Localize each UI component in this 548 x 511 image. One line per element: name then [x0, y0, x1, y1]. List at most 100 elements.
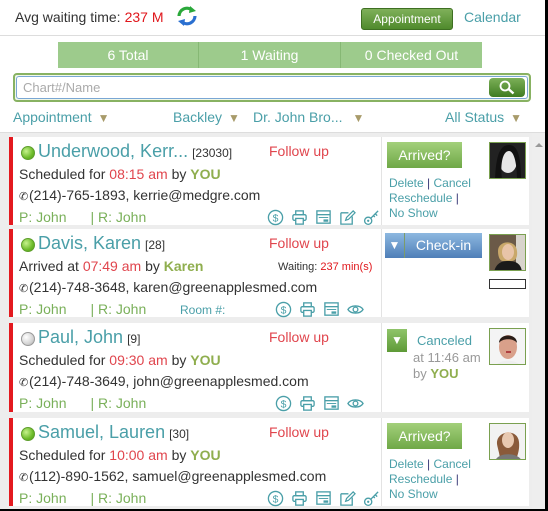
scheduled-by: YOU: [190, 447, 221, 463]
scheduled-by: YOU: [190, 352, 221, 368]
chevron-down-icon: ▼: [510, 111, 523, 125]
chart-number: [23030]: [192, 146, 233, 160]
check-in-label: Check-in: [415, 237, 472, 253]
stats-bar: 6 Total 1 Waiting 0 Checked Out: [58, 42, 482, 68]
contact-line: ✆(214)-748-3649, john@greenapplesmed.com: [19, 373, 309, 389]
calendar-link[interactable]: Calendar: [464, 9, 521, 25]
filter-location[interactable]: Backley ▼: [173, 109, 240, 125]
reschedule-link[interactable]: Reschedule: [389, 191, 452, 205]
scroll-up-arrow-icon[interactable]: [535, 143, 543, 147]
schedule-prefix: Arrived at: [19, 258, 79, 274]
stat-total[interactable]: 6 Total: [58, 42, 199, 68]
key-icon[interactable]: [363, 490, 380, 507]
appointment-button[interactable]: Appointment: [361, 8, 453, 30]
follow-up-link[interactable]: Follow up: [269, 143, 329, 159]
separator: |: [455, 472, 459, 486]
patient-name-link[interactable]: Samuel, Lauren [30]: [38, 422, 189, 443]
action-icons: [267, 209, 380, 226]
filter-status[interactable]: All Status ▼: [445, 109, 522, 125]
arrived-button[interactable]: Arrived?: [387, 142, 462, 168]
status-dropdown-button[interactable]: ▼: [387, 329, 407, 352]
edit-icon[interactable]: [339, 209, 356, 226]
waiting-time: Waiting: 237 min(s): [278, 261, 372, 273]
eye-icon[interactable]: [347, 395, 364, 412]
refresh-icon[interactable]: [176, 6, 198, 26]
patient-name-link[interactable]: Paul, John [9]: [38, 327, 140, 348]
search-input[interactable]: [16, 76, 528, 99]
filter-appointment-type[interactable]: Appointment ▼: [13, 109, 110, 125]
by-label: by: [171, 352, 187, 368]
stat-checked-out[interactable]: 0 Checked Out: [341, 42, 482, 68]
follow-up-link[interactable]: Follow up: [269, 235, 329, 251]
by-label: by: [171, 447, 187, 463]
dollar-icon[interactable]: [267, 490, 284, 507]
canceled-by: YOU: [430, 366, 459, 381]
patient-name-link[interactable]: Underwood, Kerr... [23030]: [38, 141, 232, 162]
provider-line: P: John | R: John: [19, 490, 146, 506]
status-dot-icon: [21, 238, 35, 252]
print-icon[interactable]: [299, 395, 316, 412]
canceled-status: Canceled: [417, 333, 472, 348]
check-in-button[interactable]: ▼ Check-in: [385, 233, 482, 258]
follow-up-link[interactable]: Follow up: [269, 329, 329, 345]
patient-photo: [489, 328, 526, 365]
patient-name-link[interactable]: Davis, Karen [28]: [38, 233, 165, 254]
delete-link[interactable]: Delete: [389, 457, 424, 471]
arrived-button[interactable]: Arrived?: [387, 423, 462, 449]
dollar-icon[interactable]: [267, 209, 284, 226]
print-icon[interactable]: [291, 490, 308, 507]
chart-number: [28]: [145, 238, 166, 252]
stat-waiting[interactable]: 1 Waiting: [199, 42, 341, 68]
follow-up-link[interactable]: Follow up: [269, 424, 329, 440]
eye-icon[interactable]: [347, 301, 364, 318]
card-info: Davis, Karen [28] Follow up Arrived at 07…: [13, 229, 382, 317]
key-icon[interactable]: [363, 209, 380, 226]
card-icon[interactable]: [315, 490, 332, 507]
appointment-card: Paul, John [9] Follow up Scheduled for 09…: [9, 323, 529, 412]
phone-number: (214)-765-1893,: [29, 187, 130, 203]
print-icon[interactable]: [291, 209, 308, 226]
filter-provider[interactable]: Dr. John Bro... ▼: [253, 109, 364, 125]
no-show-link[interactable]: No Show: [389, 487, 438, 501]
patient-photo-image: [490, 143, 525, 178]
referring-provider: | R: John: [90, 490, 147, 506]
phone-number: (214)-748-3649,: [29, 373, 130, 389]
search-box: [13, 73, 531, 102]
reschedule-link[interactable]: Reschedule: [389, 472, 452, 486]
patient-photo: [489, 234, 526, 271]
edit-icon[interactable]: [339, 490, 356, 507]
chevron-down-icon[interactable]: ▼: [385, 233, 405, 258]
card-icon[interactable]: [323, 395, 340, 412]
card-icon[interactable]: [323, 301, 340, 318]
avg-waiting-value: 237 M: [124, 9, 164, 25]
card-info: Underwood, Kerr... [23030] Follow up Sche…: [13, 137, 382, 225]
card-actions: ▼ Check-in: [383, 229, 529, 317]
no-show-link[interactable]: No Show: [389, 206, 438, 220]
canceled-info: at 11:46 am by YOU: [413, 350, 481, 382]
phone-icon: ✆: [19, 377, 29, 389]
by-label: by: [145, 258, 160, 274]
cancel-link[interactable]: Cancel: [434, 176, 471, 190]
print-icon[interactable]: [299, 301, 316, 318]
action-icons: [267, 490, 380, 507]
search-button[interactable]: [489, 78, 525, 97]
email: karen@greenapplesmed.com: [133, 279, 318, 295]
patient-name: Samuel, Lauren: [38, 422, 166, 442]
filter-appointment-type-label: Appointment: [13, 109, 92, 125]
phone-number: (112)-890-1562,: [29, 468, 129, 484]
cancel-link[interactable]: Cancel: [434, 457, 471, 471]
delete-link[interactable]: Delete: [389, 176, 424, 190]
by-label: by: [171, 166, 187, 182]
patient-name: Davis, Karen: [38, 233, 142, 253]
card-icon[interactable]: [315, 209, 332, 226]
email: samuel@greenapplesmed.com: [132, 468, 327, 484]
scrollbar[interactable]: [532, 133, 545, 509]
dollar-icon[interactable]: [275, 301, 292, 318]
chevron-down-icon: ▼: [97, 111, 110, 125]
card-info: Paul, John [9] Follow up Scheduled for 09…: [13, 323, 382, 412]
room-number-input[interactable]: [489, 279, 526, 289]
dollar-icon[interactable]: [275, 395, 292, 412]
primary-provider: P: John: [19, 209, 67, 225]
appointment-panel: Avg waiting time: 237 M Appointment Calen…: [0, 0, 545, 509]
chevron-down-icon: ▼: [391, 333, 403, 347]
